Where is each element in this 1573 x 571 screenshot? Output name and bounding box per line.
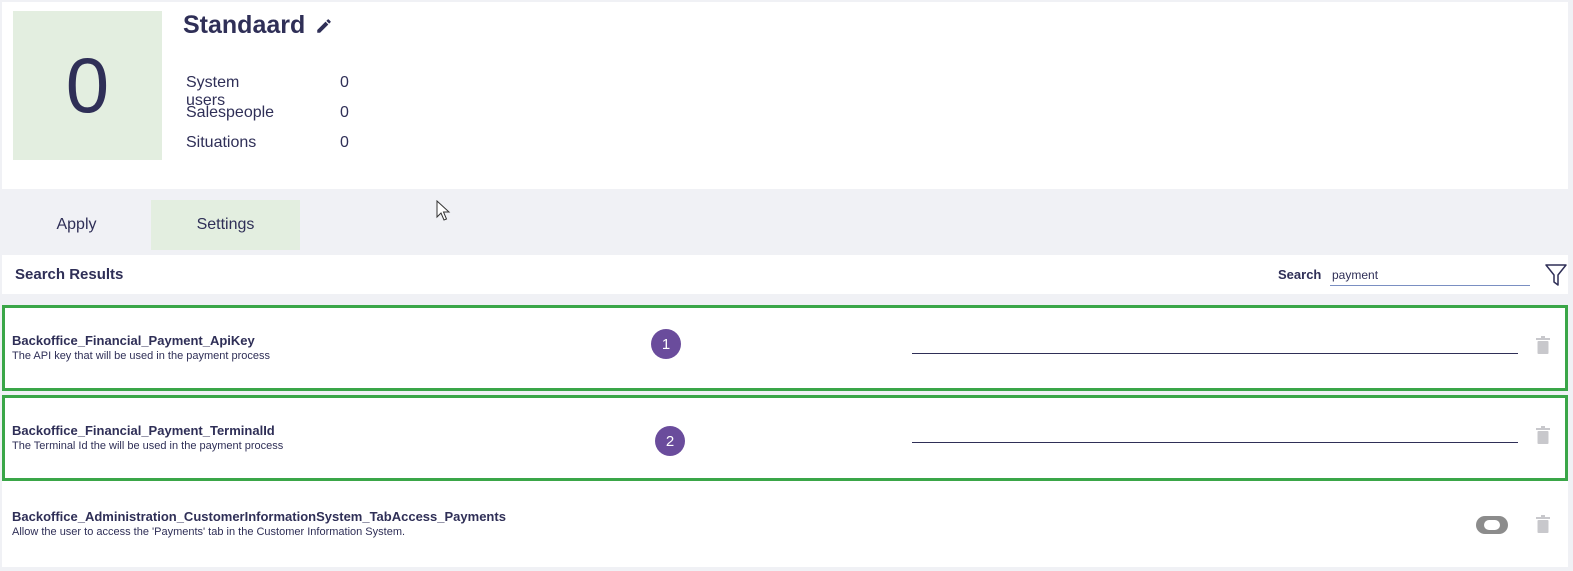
page-title-wrap: Standaard [183,11,333,40]
setting-description: The API key that will be used in the pay… [12,350,271,362]
tab-apply[interactable]: Apply [2,200,151,250]
toggle-knob [1484,520,1500,530]
setting-value-input[interactable] [912,335,1518,354]
setting-row: Backoffice_Administration_CustomerInform… [2,481,1568,567]
trash-icon[interactable] [1536,426,1550,444]
trash-icon[interactable] [1536,515,1550,533]
trash-icon[interactable] [1536,336,1550,354]
stat-value: 0 [340,74,349,91]
filter-icon[interactable] [1544,263,1568,287]
search-results-title: Search Results [15,266,124,283]
setting-description: Allow the user to access the 'Payments' … [12,526,406,538]
page-title: Standaard [183,11,306,39]
setting-name: Backoffice_Financial_Payment_ApiKey [12,333,255,348]
setting-value-input[interactable] [912,424,1518,443]
step-badge: 1 [651,329,681,359]
profile-count: 0 [13,11,162,160]
pencil-icon[interactable] [315,17,333,35]
stat-label: Situations [186,134,257,151]
search-input[interactable] [1330,265,1530,286]
search-label: Search [1278,267,1322,282]
mouse-cursor-icon [436,200,451,221]
setting-row: Backoffice_Financial_Payment_ApiKey The … [2,305,1568,391]
tab-settings[interactable]: Settings [151,200,300,250]
stat-label: Salespeople [186,104,275,121]
step-badge: 2 [655,426,685,456]
setting-name: Backoffice_Financial_Payment_TerminalId [12,423,275,438]
setting-toggle[interactable] [1476,516,1508,534]
setting-description: The Terminal Id the will be used in the … [12,440,284,452]
setting-name: Backoffice_Administration_CustomerInform… [12,509,506,524]
search-results-bar: Search Results Search [2,255,1568,294]
profile-header: 0 Standaard System users 0 Salespeople 0… [2,2,1568,189]
stat-value: 0 [340,104,349,121]
stat-value: 0 [340,134,349,151]
setting-row: Backoffice_Financial_Payment_TerminalId … [2,395,1568,481]
